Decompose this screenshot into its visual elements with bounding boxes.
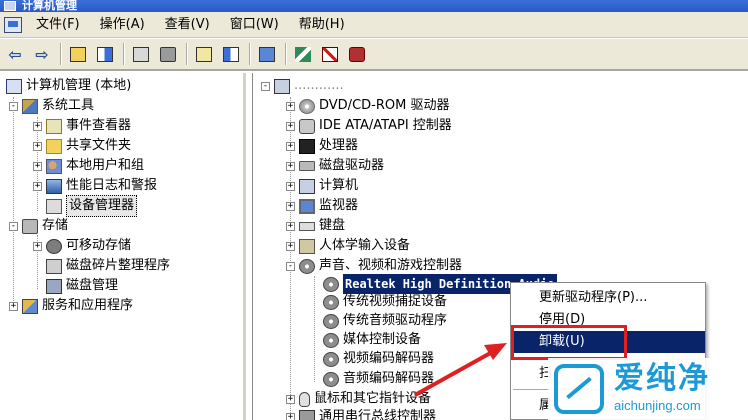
annotation-highlight-box bbox=[511, 325, 627, 360]
watermark-title: 爱纯净 bbox=[614, 361, 710, 396]
annotation-arrow-shaft bbox=[414, 349, 495, 397]
menu-item-update-driver[interactable]: 更新驱动程序(P)... bbox=[511, 287, 705, 309]
watermark-logo-icon bbox=[554, 364, 604, 414]
watermark: 爱纯净 aichunjing.com bbox=[548, 358, 748, 420]
annotation-arrow-head bbox=[484, 343, 507, 360]
watermark-url: aichunjing.com bbox=[614, 398, 701, 413]
